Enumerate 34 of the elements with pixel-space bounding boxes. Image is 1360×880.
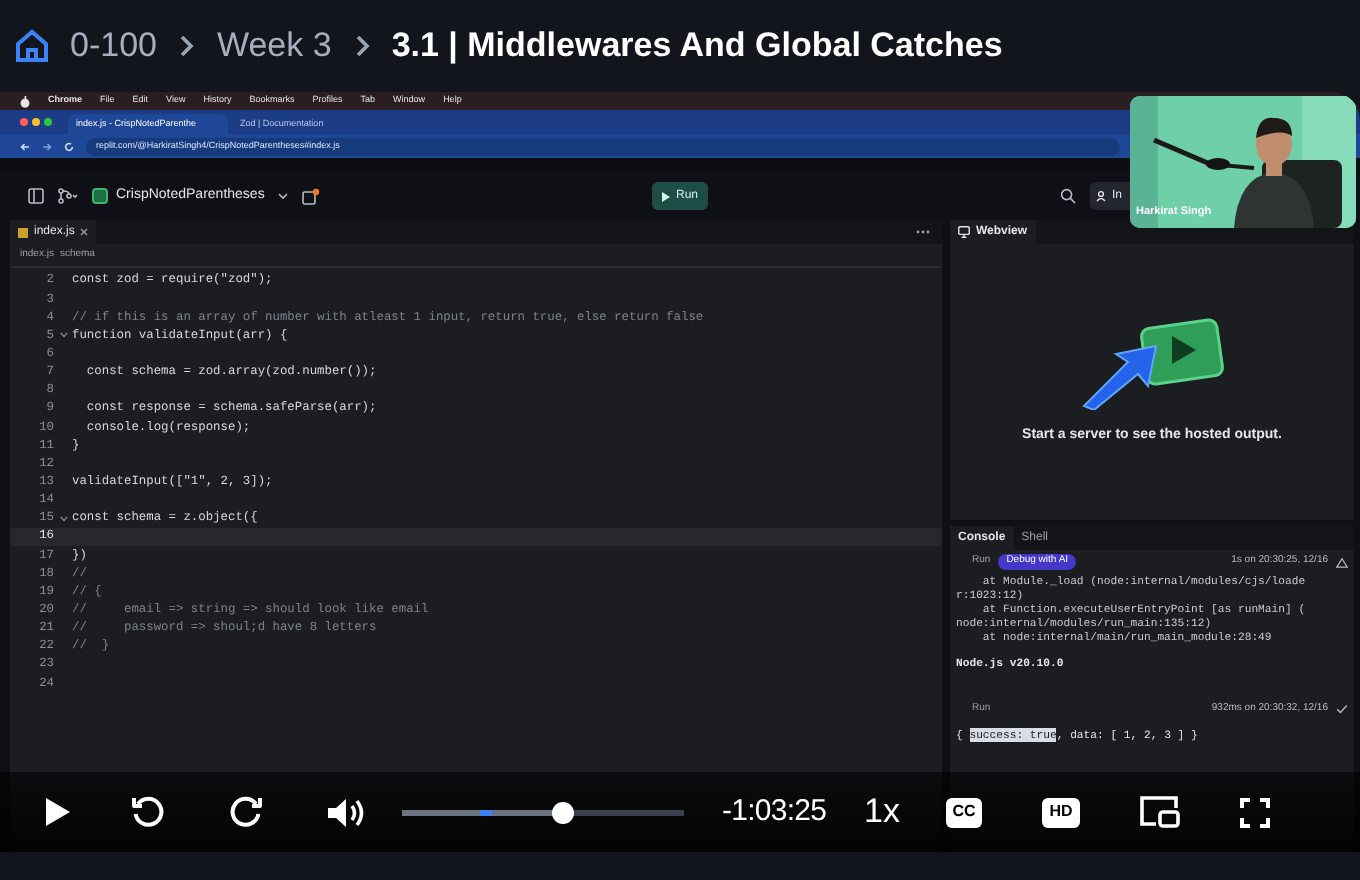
apple-icon[interactable] (20, 95, 30, 107)
chapter-marker (480, 809, 492, 815)
fold-chevron-icon[interactable] (59, 515, 67, 522)
search-icon[interactable] (1060, 188, 1076, 204)
time-remaining: -1:03:25 (722, 791, 827, 832)
close-icon[interactable] (80, 228, 89, 236)
window-controls-icon[interactable] (20, 118, 52, 126)
quality-button[interactable]: HD (1042, 797, 1081, 827)
chevron-down-icon[interactable] (278, 192, 289, 200)
picture-in-picture-icon[interactable] (1138, 794, 1183, 830)
js-file-icon (18, 227, 28, 237)
breadcrumb-link[interactable]: Week 3 (216, 20, 332, 72)
progress-thumb[interactable] (551, 801, 574, 823)
rewind-icon[interactable] (130, 794, 166, 830)
play-icon (662, 191, 670, 201)
monitor-icon (958, 226, 970, 238)
fullscreen-icon[interactable] (1240, 797, 1271, 827)
reload-icon[interactable] (64, 141, 74, 151)
fold-chevron-icon[interactable] (59, 332, 67, 339)
captions-button[interactable]: CC (946, 797, 983, 827)
home-icon[interactable] (14, 28, 50, 64)
chevron-right-icon (351, 34, 372, 58)
person-add-icon (1096, 190, 1108, 202)
branch-icon[interactable] (58, 188, 78, 204)
breadcrumb-link[interactable]: 3.1 | Middlewares And Global Catches (391, 20, 1003, 72)
chevron-right-icon (176, 34, 197, 58)
notification-icon[interactable] (302, 187, 321, 205)
sidebar-toggle-icon[interactable] (28, 188, 44, 204)
play-icon[interactable] (44, 796, 72, 828)
volume-icon[interactable] (326, 795, 364, 829)
back-icon[interactable] (20, 141, 30, 151)
repl-avatar-icon (92, 188, 108, 204)
playback-speed-button[interactable]: 1x (864, 786, 901, 838)
breadcrumb-link[interactable]: 0-100 (70, 20, 157, 72)
